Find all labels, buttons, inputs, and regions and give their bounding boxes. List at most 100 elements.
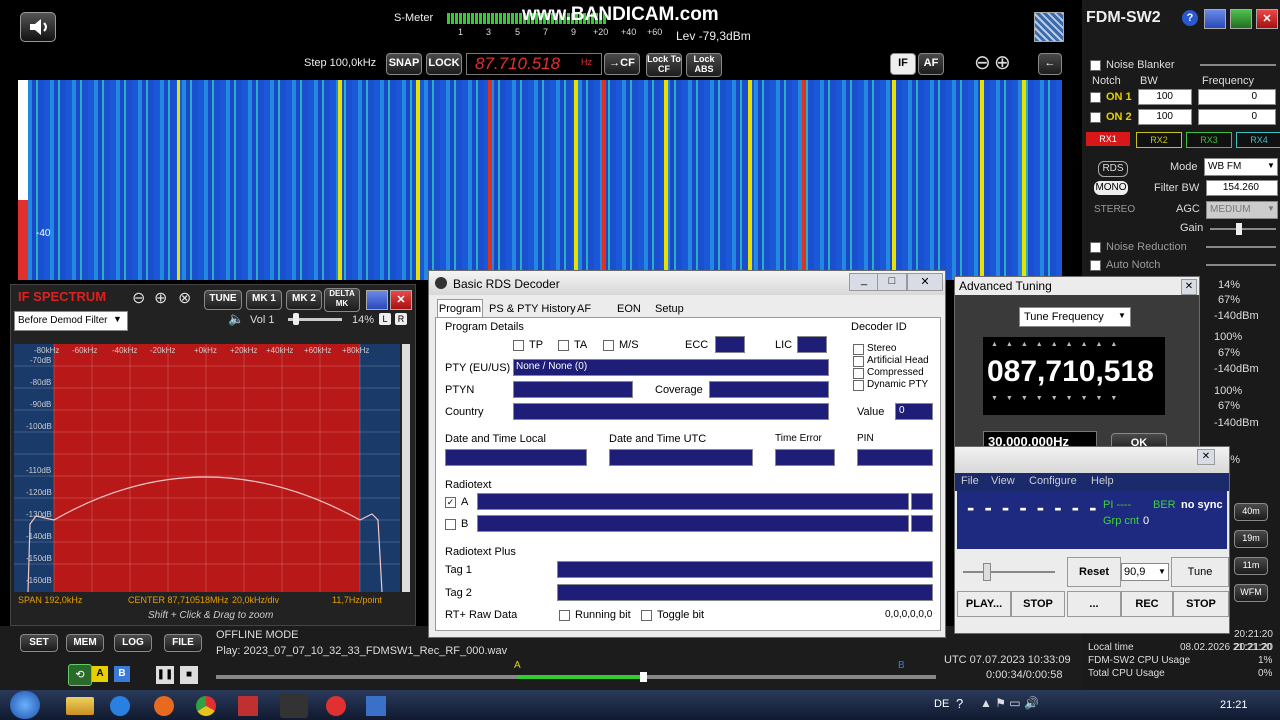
set-button[interactable]: SET (20, 634, 58, 652)
af-button[interactable]: AF (918, 53, 944, 75)
tune-mode-select[interactable]: Tune Frequency ▼ (1019, 307, 1131, 327)
menu-view[interactable]: View (991, 475, 1015, 487)
tab-setup[interactable]: Setup (655, 303, 684, 315)
mem-button[interactable]: MEM (66, 634, 104, 652)
menu-configure[interactable]: Configure (1029, 475, 1077, 487)
auto-notch-slider[interactable] (1206, 264, 1276, 266)
adv-titlebar[interactable]: Advanced Tuning ✕ (955, 277, 1199, 295)
noise-blanker-checkbox[interactable] (1090, 60, 1101, 71)
stop-rec-button[interactable]: STOP (1173, 591, 1229, 617)
rec-button[interactable]: REC (1121, 591, 1173, 617)
notch1-checkbox[interactable] (1090, 92, 1101, 103)
help-icon[interactable]: ? (956, 696, 963, 711)
marker-a-button[interactable]: A (92, 666, 108, 682)
rds-titlebar[interactable]: Basic RDS Decoder _ □ ✕ (429, 271, 945, 295)
frequency-display[interactable]: 87.710.518 Hz (466, 53, 602, 75)
adv-frequency-display[interactable]: ▲▲▲▲▲▲▲▲▲ 087,710,518 ▼▼▼▼▼▼▼▼▼ (983, 337, 1165, 415)
notch2-checkbox[interactable] (1090, 112, 1101, 123)
app-icon[interactable] (238, 696, 258, 716)
toggle-bit-checkbox[interactable] (641, 610, 652, 621)
zoom-reset-icon[interactable]: ⊗ (178, 288, 191, 308)
close-button[interactable]: ✕ (390, 290, 412, 310)
band-wfm-button[interactable]: WFM (1234, 584, 1268, 602)
noise-reduction-checkbox[interactable] (1090, 242, 1101, 253)
filter-bw-value[interactable]: 154.260 (1206, 180, 1278, 196)
filter-select[interactable]: Before Demod Filter ▼ (14, 311, 128, 331)
close-button[interactable]: ✕ (1256, 9, 1278, 29)
l-button[interactable]: L (379, 313, 391, 325)
back-arrow-button[interactable]: ← (1038, 53, 1062, 75)
pause-button[interactable]: ❚❚ (156, 666, 174, 684)
r-button[interactable]: R (395, 313, 407, 325)
zoom-out-icon[interactable]: ⊖ (132, 288, 145, 308)
browse-button[interactable]: ... (1067, 591, 1121, 617)
tab-af[interactable]: AF (577, 303, 591, 315)
play-button[interactable]: PLAY... (957, 591, 1011, 617)
volume-slider-thumb[interactable] (293, 313, 299, 325)
waterfall[interactable] (22, 80, 1062, 280)
ta-checkbox[interactable] (558, 340, 569, 351)
rt-a-checkbox[interactable]: ✓ (445, 497, 456, 508)
log-button[interactable]: LOG (114, 634, 152, 652)
speaker-button[interactable] (20, 12, 56, 42)
notch2-freq[interactable]: 0 (1198, 109, 1276, 125)
zoom-in-icon[interactable]: ⊕ (154, 288, 167, 308)
gain-slider-thumb[interactable] (1236, 223, 1242, 235)
gain-slider[interactable] (1210, 228, 1276, 230)
cf-button[interactable]: →CF (604, 53, 640, 75)
playback-thumb[interactable] (640, 672, 647, 682)
spectrum-scrollbar[interactable] (402, 344, 410, 592)
explorer-icon[interactable] (66, 697, 94, 715)
if-button[interactable]: IF (890, 53, 916, 75)
rds-button[interactable]: RDS (1098, 161, 1128, 177)
reset-button[interactable]: Reset (1067, 557, 1121, 587)
zoom-out-icon[interactable]: ⊖ (974, 50, 991, 75)
lock-abs-button[interactable]: Lock ABS (686, 53, 722, 77)
artificial-head-checkbox[interactable] (853, 356, 864, 367)
auto-notch-checkbox[interactable] (1090, 260, 1101, 271)
spin-up-arrows[interactable]: ▲▲▲▲▲▲▲▲▲ (991, 341, 1125, 348)
dynamic-pty-checkbox[interactable] (853, 380, 864, 391)
band-11m-button[interactable]: 11m (1234, 557, 1268, 575)
language-indicator[interactable]: DE (934, 698, 949, 710)
notch1-freq[interactable]: 0 (1198, 89, 1276, 105)
tab-program[interactable]: Program (437, 299, 483, 318)
rx3-button[interactable]: RX3 (1186, 132, 1232, 148)
spectrum-plot[interactable] (14, 344, 400, 592)
noise-blanker-slider[interactable] (1200, 64, 1276, 66)
help-button[interactable]: ? (1182, 10, 1198, 26)
menu-file[interactable]: File (961, 475, 979, 487)
band-40m-button[interactable]: 40m (1234, 503, 1268, 521)
record-icon[interactable] (326, 696, 346, 716)
mode-select[interactable]: WB FM ▼ (1204, 158, 1278, 176)
tp-checkbox[interactable] (513, 340, 524, 351)
mk1-button[interactable]: MK 1 (246, 290, 282, 310)
player-titlebar[interactable]: ✕ (955, 447, 1229, 473)
band-19m-button[interactable]: 19m (1234, 530, 1268, 548)
ie-icon[interactable] (110, 696, 130, 716)
player-slider[interactable] (963, 571, 1055, 573)
spin-down-arrows[interactable]: ▼▼▼▼▼▼▼▼▼ (991, 395, 1125, 402)
notch1-bw[interactable]: 100 (1138, 89, 1192, 105)
tune-button[interactable]: TUNE (204, 290, 242, 310)
notch2-bw[interactable]: 100 (1138, 109, 1192, 125)
menu-help[interactable]: Help (1091, 475, 1114, 487)
mono-button[interactable]: MONO (1094, 181, 1128, 195)
start-button[interactable] (10, 691, 40, 719)
running-bit-checkbox[interactable] (559, 610, 570, 621)
reset-select[interactable]: 90,9 ▼ (1121, 563, 1169, 581)
app-icon[interactable] (280, 694, 308, 718)
marker-b-button[interactable]: B (114, 666, 130, 682)
mk2-button[interactable]: MK 2 (286, 290, 322, 310)
player-slider-thumb[interactable] (983, 563, 991, 581)
tab-ps-pty-history[interactable]: PS & PTY History (489, 303, 576, 315)
rx4-button[interactable]: RX4 (1236, 132, 1280, 148)
tune-button[interactable]: Tune (1171, 557, 1229, 587)
ms-checkbox[interactable] (603, 340, 614, 351)
lock-to-cf-button[interactable]: Lock To CF (646, 53, 682, 77)
app-icon[interactable] (366, 696, 386, 716)
stop-button[interactable]: ■ (180, 666, 198, 684)
maximize-button[interactable] (1230, 9, 1252, 29)
file-button[interactable]: FILE (164, 634, 202, 652)
rx2-button[interactable]: RX2 (1136, 132, 1182, 148)
